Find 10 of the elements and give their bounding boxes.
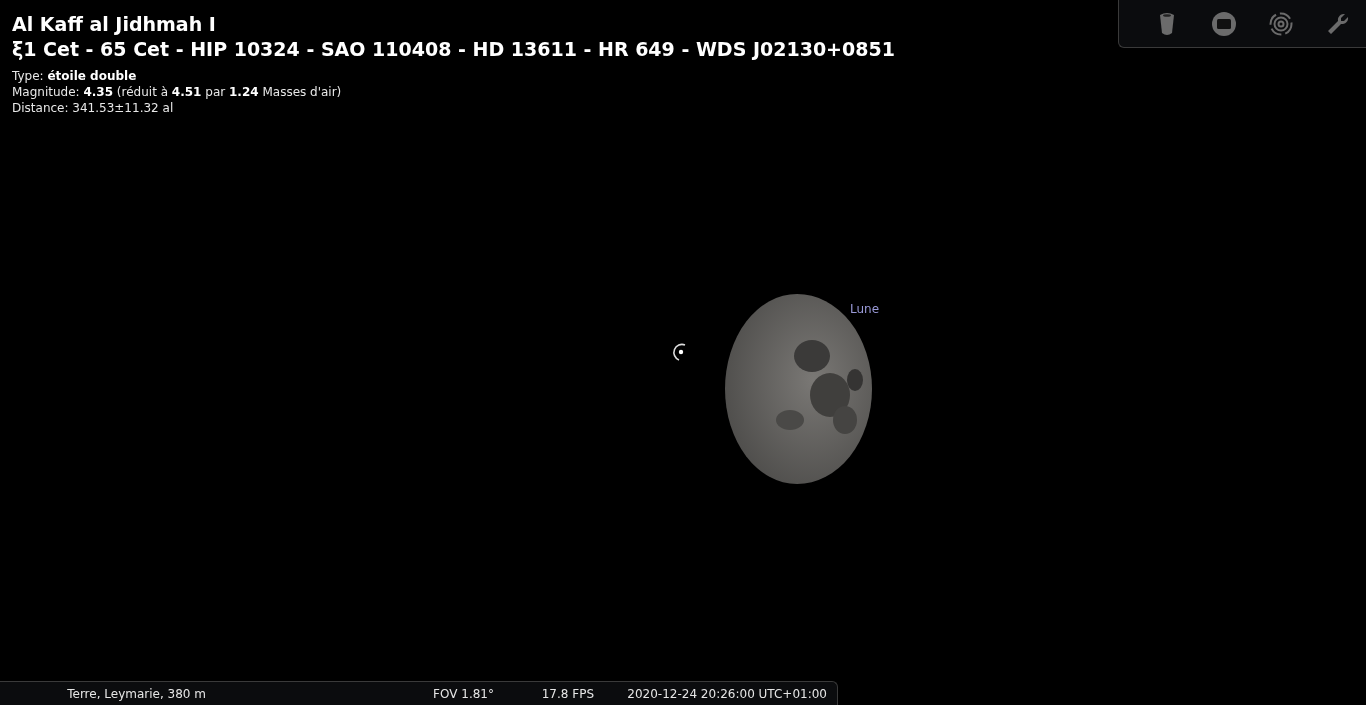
object-detail: Distance: 341.53±11.32 al [12, 100, 175, 116]
object-name: Al Kaff al Jidhmah I [12, 12, 217, 37]
location-text: Terre, Leymarie, 380 m [66, 686, 206, 701]
fps-text: 17.8 FPS [540, 686, 594, 701]
datetime-text: 2020-12-24 20:26:00 UTC+01:00 [626, 686, 827, 701]
object-detail: Type: étoile double [12, 68, 138, 84]
fov-text: FOV 1.81° [432, 686, 494, 701]
object-designations: ξ1 Cet - 65 Cet - HIP 10324 - SAO 110408 - HD 13611 - HR 649 - WDS J02130+0851 [12, 37, 895, 62]
moon-label: Lune [850, 302, 880, 316]
object-detail: Magnitude: 4.35 (réduit à 4.51 par 1.24 Masses d'air) [12, 84, 343, 100]
